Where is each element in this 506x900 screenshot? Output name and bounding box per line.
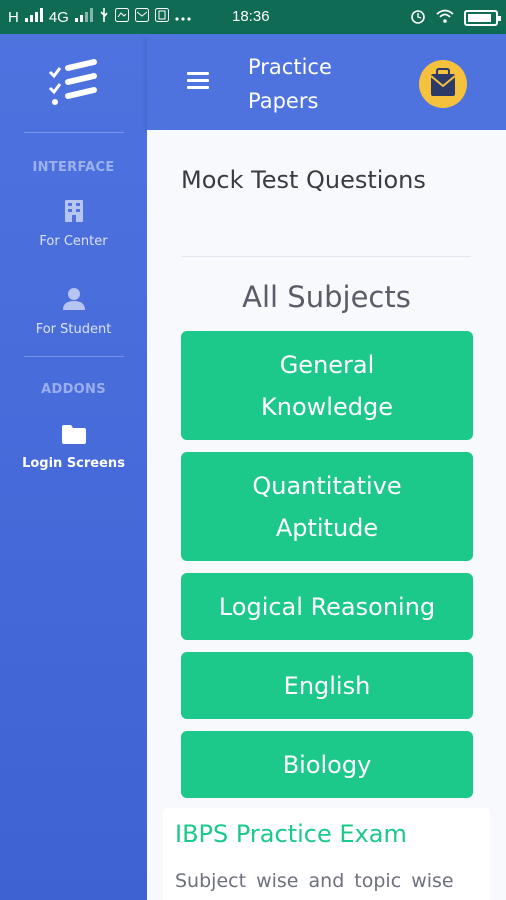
- menu-toggle-button[interactable]: [187, 72, 209, 90]
- sidebar-heading-interface: INTERFACE: [32, 160, 115, 175]
- card-text: Subject wise and topic wise: [175, 870, 454, 892]
- sidebar-divider: [24, 356, 124, 357]
- sidebar-item-label: For Center: [39, 234, 108, 249]
- sidebar-item-login-screens[interactable]: Login Screens: [0, 424, 147, 471]
- hamburger-line: [187, 79, 209, 82]
- usb-icon: [99, 8, 109, 26]
- mail-icon: [134, 8, 149, 26]
- user-icon: [0, 288, 147, 314]
- app-icon: [154, 8, 169, 26]
- sidebar-item-for-student[interactable]: For Student: [0, 288, 147, 337]
- subject-button-biology[interactable]: Biology: [181, 731, 473, 798]
- content-divider: [181, 256, 471, 257]
- alarm-icon: [410, 8, 426, 28]
- subject-button-quantitative-aptitude[interactable]: Quantitative Aptitude: [181, 452, 473, 561]
- page-heading: Mock Test Questions: [181, 166, 426, 194]
- main-content: Mock Test Questions All Subjects General…: [147, 130, 506, 900]
- app-logo-icon[interactable]: [46, 56, 102, 108]
- battery-icon: [464, 10, 501, 26]
- topbar: Practice Papers: [147, 34, 506, 130]
- subject-button-logical-reasoning[interactable]: Logical Reasoning: [181, 573, 473, 640]
- subject-button-english[interactable]: English: [181, 652, 473, 719]
- carrier-label: H: [8, 8, 19, 26]
- status-bar: H 4G 18:36: [0, 0, 506, 34]
- wifi-icon: [436, 9, 454, 27]
- signal-icon: [24, 8, 43, 26]
- network-label: 4G: [48, 8, 69, 26]
- subjects-title: All Subjects: [242, 280, 411, 314]
- sidebar-item-label: Login Screens: [22, 456, 125, 471]
- envelope-icon: [430, 68, 456, 96]
- folder-icon: [0, 424, 147, 448]
- subject-button-general-knowledge[interactable]: General Knowledge: [181, 331, 473, 440]
- signal-icon-2: [74, 8, 93, 26]
- page-title: Practice Papers: [248, 55, 332, 113]
- card-title: IBPS Practice Exam: [175, 820, 407, 848]
- sidebar-item-label: For Student: [35, 322, 112, 337]
- sidebar: INTERFACE For Center For Student ADDONS …: [0, 34, 147, 900]
- building-icon: [0, 200, 147, 226]
- sidebar-heading-addons: ADDONS: [41, 382, 106, 397]
- hamburger-line: [187, 72, 209, 75]
- clock: 18:36: [232, 8, 270, 25]
- exam-card[interactable]: IBPS Practice Exam Subject wise and topi…: [163, 808, 490, 900]
- more-icon: [175, 9, 191, 25]
- hamburger-line: [187, 86, 209, 89]
- sidebar-divider: [24, 132, 124, 133]
- notification-icon: [114, 8, 129, 26]
- sidebar-item-for-center[interactable]: For Center: [0, 200, 147, 249]
- avatar[interactable]: [419, 60, 467, 108]
